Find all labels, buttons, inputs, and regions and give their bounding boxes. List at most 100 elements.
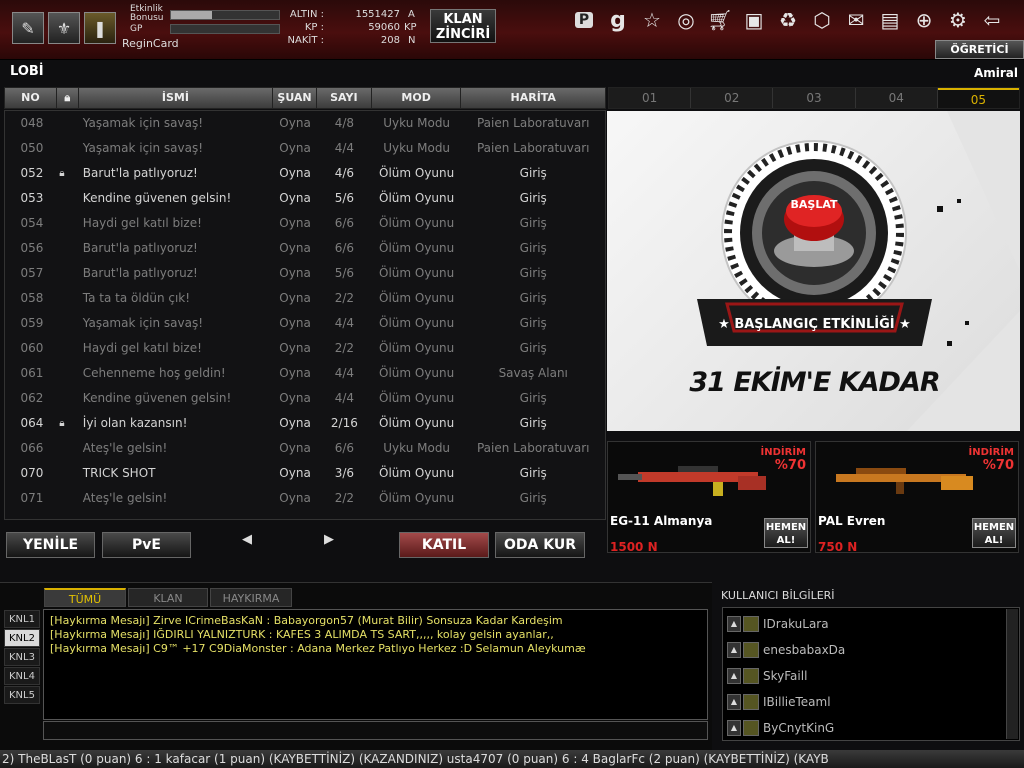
room-map: Giriş <box>519 191 547 205</box>
room-count: 4/4 <box>334 366 355 380</box>
chat-tab-all[interactable]: TÜMÜ <box>44 588 126 607</box>
item-price: 750 N <box>818 540 858 554</box>
room-name: Ateş'le gelsin! <box>82 491 168 505</box>
room-name: Kendine güvenen gelsin! <box>82 391 232 405</box>
room-row[interactable]: 056 Barut'la patlıyoruz! Oyna 6/6 Ölüm Oyunu… <box>5 236 605 261</box>
room-row[interactable]: 054 Haydi gel katıl bize! Oyna 6/6 Ölüm Oyun… <box>5 211 605 236</box>
room-row[interactable]: 061 Cehenneme hoş geldin! Oyna 4/4 Ölüm Oyun… <box>5 361 605 386</box>
user-row[interactable]: ▲ IDrakuLara <box>727 614 829 634</box>
room-mode: Ölüm Oyunu <box>379 466 455 480</box>
room-map: Giriş <box>519 391 547 405</box>
channel-knl3[interactable]: KNL3 <box>4 648 40 666</box>
room-map: Giriş <box>519 166 547 180</box>
kp-label: KP : <box>304 22 324 33</box>
banner-tab-02[interactable]: 02 <box>691 88 774 108</box>
cash-unit: N <box>408 35 416 46</box>
p-logo-icon[interactable]: P <box>570 6 598 34</box>
room-row[interactable]: 053 Kendine güvenen gelsin! Oyna 5/6 Ölüm Oy… <box>5 186 605 211</box>
room-lock <box>45 136 79 161</box>
gear-icon[interactable]: ⚙ <box>944 6 972 34</box>
room-row[interactable]: 048 Yaşamak için savaş! Oyna 4/8 Uyku Modu Pa… <box>5 111 605 136</box>
room-row[interactable]: 050 Yaşamak için savaş! Oyna 4/4 Uyku Modu Pa… <box>5 136 605 161</box>
user-row[interactable]: ▲ enesbabaxDa <box>727 640 845 660</box>
room-map: Paien Laboratuvarı <box>476 141 590 155</box>
room-name: Ta ta ta öldün çık! <box>82 291 191 305</box>
room-row[interactable]: 052 🔒︎ Barut'la patlıyoruz! Oyna 4/6 Ölüm Oyu… <box>5 161 605 186</box>
event-banner[interactable]: BAŞLAT ★ BAŞLANGIÇ ETKİNLİĞİ ★ 31 EKİM'E… <box>607 111 1020 431</box>
katil-button[interactable]: KATIL <box>399 532 489 558</box>
channel-knl2[interactable]: KNL2 <box>4 629 40 647</box>
room-map: Giriş <box>519 216 547 230</box>
room-lock <box>45 361 79 386</box>
room-row[interactable]: 059 Yaşamak için savaş! Oyna 4/4 Ölüm Oyunu G… <box>5 311 605 336</box>
medal-icon[interactable]: ◎ <box>672 6 700 34</box>
yenile-button[interactable]: YENİLE <box>6 532 95 558</box>
notes-icon[interactable]: ✎ <box>12 12 44 44</box>
banner-tab-01[interactable]: 01 <box>609 88 692 108</box>
room-mode: Ölüm Oyunu <box>379 366 455 380</box>
room-number: 053 <box>20 191 44 205</box>
banner-tab-04[interactable]: 04 <box>855 88 938 108</box>
chat-tab-shout[interactable]: HAYKIRMA <box>210 588 292 607</box>
globe-icon[interactable]: ⊕ <box>910 6 938 34</box>
g-logo-icon[interactable]: g <box>604 6 632 34</box>
col-lock[interactable]: 🔒︎ <box>57 88 79 108</box>
room-mode: Ölüm Oyunu <box>379 391 455 405</box>
banner-tab-03[interactable]: 03 <box>773 88 856 108</box>
room-row[interactable]: 071 Ateş'le gelsin! Oyna 2/2 Ölüm Oyunu Giriş <box>5 486 605 511</box>
banner-tab-05[interactable]: 05 <box>937 88 1020 108</box>
klan-zinciri-button[interactable]: KLAN ZİNCİRİ <box>430 9 496 43</box>
room-lock <box>45 436 79 461</box>
col-name[interactable]: İSMİ <box>79 88 274 108</box>
room-map: Giriş <box>519 266 547 280</box>
room-row[interactable]: 062 Kendine güvenen gelsin! Oyna 4/4 Ölüm Oy… <box>5 386 605 411</box>
cart-icon[interactable]: 🛒︎ <box>706 6 734 34</box>
col-mode[interactable]: MOD <box>372 88 462 108</box>
star-icon[interactable]: ☆ <box>638 6 666 34</box>
prev-page-icon[interactable]: ◀ <box>242 532 252 547</box>
col-status[interactable]: ŞUAN <box>273 88 317 108</box>
channel-knl5[interactable]: KNL5 <box>4 686 40 704</box>
room-row[interactable]: 064 🔒︎ İyi olan kazansın! Oyna 2/16 Ölüm Oyun… <box>5 411 605 436</box>
buy-now-button[interactable]: HEMEN AL! <box>764 518 808 548</box>
chat-tab-clan[interactable]: KLAN <box>128 588 208 607</box>
lobby-title: LOBİ <box>10 64 44 79</box>
room-row[interactable]: 070 TRICK SHOT Oyna 3/6 Ölüm Oyunu Giriş <box>5 461 605 486</box>
mail-icon[interactable]: ✉ <box>842 6 870 34</box>
room-row[interactable]: 058 Ta ta ta öldün çık! Oyna 2/2 Ölüm Oyunu G… <box>5 286 605 311</box>
rifle-image <box>836 468 973 494</box>
col-no[interactable]: NO <box>5 88 57 108</box>
room-row[interactable]: 057 Barut'la patlıyoruz! Oyna 5/6 Ölüm Oyunu… <box>5 261 605 286</box>
chat-messages: [Haykırma Mesajı] Zirve ICrimeBasKaN : B… <box>43 609 708 720</box>
buy-now-button[interactable]: HEMEN AL! <box>972 518 1016 548</box>
emblem-icon[interactable]: ⚜ <box>48 12 80 44</box>
channel-knl4[interactable]: KNL4 <box>4 667 40 685</box>
pve-button[interactable]: PvE <box>102 532 191 558</box>
avatar <box>743 694 759 710</box>
recycle-icon[interactable]: ♻ <box>774 6 802 34</box>
gold-value: 1551427 <box>355 9 400 20</box>
room-row[interactable]: 060 Haydi gel katıl bize! Oyna 2/2 Ölüm Oyun… <box>5 336 605 361</box>
oda-kur-button[interactable]: ODA KUR <box>495 532 585 558</box>
room-row[interactable]: 066 Ateş'le gelsin! Oyna 6/6 Uyku Modu Paien … <box>5 436 605 461</box>
box-icon[interactable]: ⬡ <box>808 6 836 34</box>
next-page-icon[interactable]: ▶ <box>324 532 334 547</box>
col-map[interactable]: HARİTA <box>461 88 605 108</box>
col-count[interactable]: SAYI <box>317 88 372 108</box>
room-mode: Ölüm Oyunu <box>379 416 455 430</box>
channel-knl1[interactable]: KNL1 <box>4 610 40 628</box>
ogretici-button[interactable]: ÖĞRETİCİ <box>935 40 1024 59</box>
briefcase-icon[interactable]: ▣ <box>740 6 768 34</box>
profile-card-icon[interactable]: ▤ <box>876 6 904 34</box>
room-lock <box>45 261 79 286</box>
chat-input[interactable] <box>43 721 708 740</box>
user-row[interactable]: ▲ SkyFaill <box>727 666 807 686</box>
back-arrow-icon[interactable]: ⇦ <box>978 6 1006 34</box>
user-row[interactable]: ▲ IBillieTeaml <box>727 692 831 712</box>
user-list-scrollbar[interactable] <box>1006 609 1018 739</box>
user-row[interactable]: ▲ ByCnytKinG <box>727 718 834 738</box>
shop-item-1[interactable]: İNDİRİM %70 EG-11 Almanya 1500 N HEMEN AL! <box>607 441 811 554</box>
shop-item-2[interactable]: İNDİRİM %70 PAL Evren 750 N HEMEN AL! <box>815 441 1019 554</box>
room-number: 064 <box>20 416 44 430</box>
room-count: 2/2 <box>334 291 355 305</box>
